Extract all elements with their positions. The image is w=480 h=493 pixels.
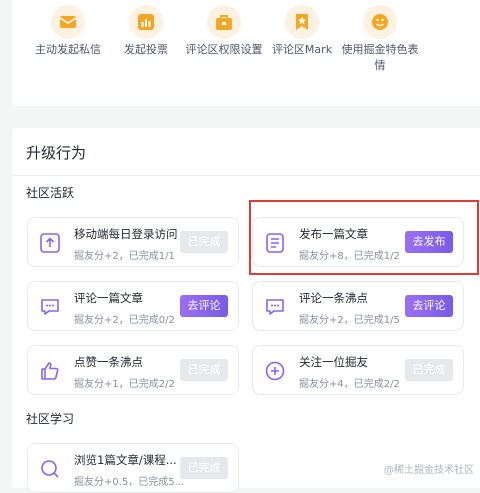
task-card: 关注一位掘友 掘友分+4，已完成2/2 已完成 [252,345,464,395]
bookmark-star-icon [285,5,319,39]
section-title: 升级行为 [26,144,87,162]
perk-comment-mark[interactable]: 评论区Mark [262,5,342,58]
follow-plus-icon [265,361,285,381]
thumbs-up-icon [41,362,59,380]
task-card: 点赞一条沸点 掘友分+1，已完成2/2 已完成 [27,345,239,395]
perk-label: 发起投票 [124,43,168,56]
task-done-button[interactable]: 已完成 [180,457,228,479]
task-name: 发布一篇文章 [299,227,368,241]
perks-card: 主动发起私信 发起投票 评论区权限设置 评论区Mark 使用掘金特色表情 [12,0,480,106]
task-name: 评论一篇文章 [74,291,143,305]
watermark: @稀土掘金技术社区 [384,465,474,476]
comment-button[interactable]: 去评论 [180,295,228,317]
task-desc: 掘友分+0.5，已完成5... [74,477,185,488]
task-name: 浏览1篇文章/课程... [74,453,177,467]
task-done-button[interactable]: 已完成 [180,231,228,253]
smile-icon [363,5,397,39]
article-icon [266,233,284,253]
lock-icon [207,5,241,39]
search-icon [41,460,59,478]
task-name: 移动端每日登录访问 [74,227,178,241]
task-card: 发布一篇文章 掘友分+8，已完成1/2 去发布 [252,217,464,267]
perk-label: 评论区Mark [271,43,333,56]
task-name: 评论一条沸点 [299,291,368,305]
perk-special-emoji[interactable]: 使用掘金特色表情 [340,5,420,74]
task-card: 浏览1篇文章/课程... 掘友分+0.5，已完成5... 已完成 [27,443,239,493]
group-heading-community-active: 社区活跃 [26,186,75,202]
task-name: 关注一位掘友 [299,355,368,369]
mail-icon [51,5,85,39]
task-desc: 掘友分+1，已完成2/2 [74,379,175,390]
comment-button[interactable]: 去评论 [405,295,453,317]
task-name: 点赞一条沸点 [74,355,143,369]
comment-icon [41,299,59,315]
perk-comment-permission[interactable]: 评论区权限设置 [184,5,264,58]
login-icon [40,233,60,253]
task-card: 评论一篇文章 掘友分+2，已完成0/2 去评论 [27,281,239,331]
divider [12,175,480,176]
perk-private-message[interactable]: 主动发起私信 [28,5,108,58]
chart-icon [129,5,163,39]
group-heading-community-learning: 社区学习 [26,412,75,428]
task-done-button[interactable]: 已完成 [180,359,228,381]
task-desc: 掘友分+2，已完成0/2 [74,315,175,326]
task-desc: 掘友分+4，已完成2/2 [299,379,400,390]
perk-label: 评论区权限设置 [185,43,263,56]
task-desc: 掘友分+2，已完成1/5 [299,315,400,326]
perk-start-poll[interactable]: 发起投票 [106,5,186,58]
task-desc: 掘友分+2，已完成1/1 [74,251,175,262]
task-desc: 掘友分+8，已完成1/2 [299,251,400,262]
task-card: 评论一条沸点 掘友分+2，已完成1/5 去评论 [252,281,464,331]
task-card: 移动端每日登录访问 掘友分+2，已完成1/1 已完成 [27,217,239,267]
publish-button[interactable]: 去发布 [405,231,453,253]
task-done-button[interactable]: 已完成 [405,359,453,381]
perk-label: 主动发起私信 [35,43,101,56]
perk-label: 使用掘金特色表情 [341,43,419,72]
comment-icon [266,299,284,315]
